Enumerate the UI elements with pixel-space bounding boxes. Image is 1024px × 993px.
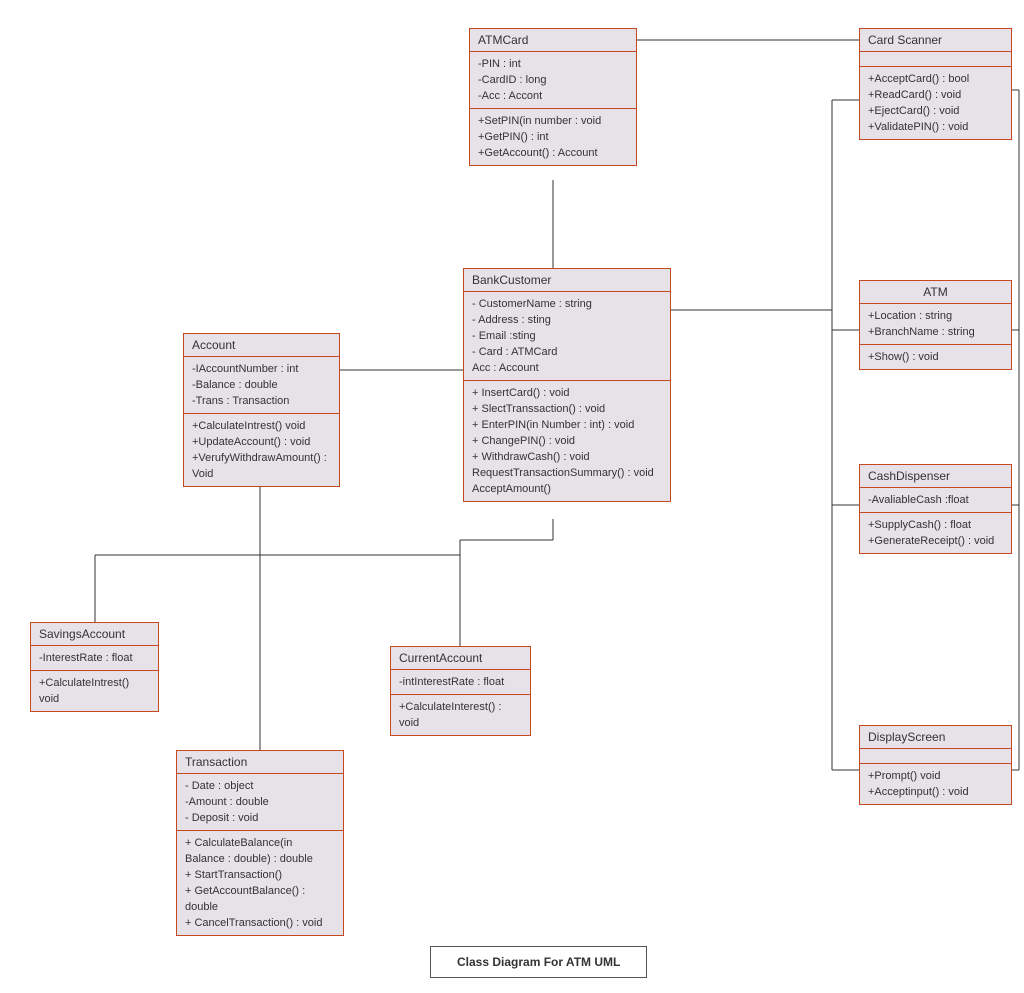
class-transaction[interactable]: Transaction - Date : object-Amount : dou… bbox=[176, 750, 344, 936]
class-member: + CancelTransaction() : void bbox=[185, 915, 335, 931]
class-ops: +CalculateIntrest() void bbox=[31, 671, 158, 711]
diagram-canvas: ATMCard -PIN : int-CardID : long-Acc : A… bbox=[0, 0, 1024, 993]
class-member: +Prompt() void bbox=[868, 768, 1003, 784]
class-attrs: -intInterestRate : float bbox=[391, 670, 530, 695]
class-bankcustomer[interactable]: BankCustomer - CustomerName : string- Ad… bbox=[463, 268, 671, 502]
class-member: -intInterestRate : float bbox=[399, 674, 522, 690]
class-attrs: +Location : string+BranchName : string bbox=[860, 304, 1011, 345]
class-title: DisplayScreen bbox=[860, 726, 1011, 749]
class-ops: +CalculateInterest() : void bbox=[391, 695, 530, 735]
class-member: +ReadCard() : void bbox=[868, 87, 1003, 103]
class-member: -Balance : double bbox=[192, 377, 331, 393]
class-member: - Card : ATMCard bbox=[472, 344, 662, 360]
class-member: +AcceptCard() : bool bbox=[868, 71, 1003, 87]
class-member: AcceptAmount() bbox=[472, 481, 662, 497]
class-ops: +SupplyCash() : float+GenerateReceipt() … bbox=[860, 513, 1011, 553]
class-member: - Address : sting bbox=[472, 312, 662, 328]
class-member: +ValidatePIN() : void bbox=[868, 119, 1003, 135]
class-member: RequestTransactionSummary() : void bbox=[472, 465, 662, 481]
class-member: +CalculateInterest() : void bbox=[399, 699, 522, 731]
class-member: +GetPIN() : int bbox=[478, 129, 628, 145]
class-ops: +Show() : void bbox=[860, 345, 1011, 369]
class-attrs: - CustomerName : string- Address : sting… bbox=[464, 292, 670, 381]
class-ops: + InsertCard() : void+ SlectTranssaction… bbox=[464, 381, 670, 501]
class-member: - Email :sting bbox=[472, 328, 662, 344]
class-title: SavingsAccount bbox=[31, 623, 158, 646]
class-atmcard[interactable]: ATMCard -PIN : int-CardID : long-Acc : A… bbox=[469, 28, 637, 166]
class-title: BankCustomer bbox=[464, 269, 670, 292]
class-title: ATM bbox=[860, 281, 1011, 304]
class-ops: +CalculateIntrest() void+UpdateAccount()… bbox=[184, 414, 339, 486]
class-currentaccount[interactable]: CurrentAccount -intInterestRate : float … bbox=[390, 646, 531, 736]
class-member: - Date : object bbox=[185, 778, 335, 794]
class-member: + SlectTranssaction() : void bbox=[472, 401, 662, 417]
class-member: + EnterPIN(in Number : int) : void bbox=[472, 417, 662, 433]
class-account[interactable]: Account -IAccountNumber : int-Balance : … bbox=[183, 333, 340, 487]
class-member: + StartTransaction() bbox=[185, 867, 335, 883]
class-member: +SetPIN(in number : void bbox=[478, 113, 628, 129]
class-attrs: -InterestRate : float bbox=[31, 646, 158, 671]
class-ops: + CalculateBalance(in Balance : double) … bbox=[177, 831, 343, 935]
class-member: +UpdateAccount() : void bbox=[192, 434, 331, 450]
class-member: + InsertCard() : void bbox=[472, 385, 662, 401]
class-member: + GetAccountBalance() : double bbox=[185, 883, 335, 915]
class-cashdispenser[interactable]: CashDispenser -AvaliableCash :float +Sup… bbox=[859, 464, 1012, 554]
class-member: -IAccountNumber : int bbox=[192, 361, 331, 377]
class-member: -Acc : Accont bbox=[478, 88, 628, 104]
class-atm[interactable]: ATM +Location : string+BranchName : stri… bbox=[859, 280, 1012, 370]
class-member: +CalculateIntrest() void bbox=[192, 418, 331, 434]
class-member: +Location : string bbox=[868, 308, 1003, 324]
class-ops: +SetPIN(in number : void+GetPIN() : int+… bbox=[470, 109, 636, 165]
class-member: -CardID : long bbox=[478, 72, 628, 88]
class-member: -InterestRate : float bbox=[39, 650, 150, 666]
class-member: + CalculateBalance(in Balance : double) … bbox=[185, 835, 335, 867]
class-member: +GetAccount() : Account bbox=[478, 145, 628, 161]
class-member: +Acceptinput() : void bbox=[868, 784, 1003, 800]
class-member: - CustomerName : string bbox=[472, 296, 662, 312]
class-member: + ChangePIN() : void bbox=[472, 433, 662, 449]
class-member: +CalculateIntrest() void bbox=[39, 675, 150, 707]
class-member: Acc : Account bbox=[472, 360, 662, 376]
class-member: +SupplyCash() : float bbox=[868, 517, 1003, 533]
class-attrs: -PIN : int-CardID : long-Acc : Accont bbox=[470, 52, 636, 109]
class-ops: +AcceptCard() : bool+ReadCard() : void+E… bbox=[860, 67, 1011, 139]
class-cardscanner[interactable]: Card Scanner +AcceptCard() : bool+ReadCa… bbox=[859, 28, 1012, 140]
class-title: Transaction bbox=[177, 751, 343, 774]
class-member: +GenerateReceipt() : void bbox=[868, 533, 1003, 549]
diagram-title: Class Diagram For ATM UML bbox=[430, 946, 647, 978]
class-member: +VerufyWithdrawAmount() : Void bbox=[192, 450, 331, 482]
class-member: + WithdrawCash() : void bbox=[472, 449, 662, 465]
class-attrs: - Date : object-Amount : double- Deposit… bbox=[177, 774, 343, 831]
class-member: +BranchName : string bbox=[868, 324, 1003, 340]
class-member: -Trans : Transaction bbox=[192, 393, 331, 409]
class-member: -PIN : int bbox=[478, 56, 628, 72]
class-attrs: -AvaliableCash :float bbox=[860, 488, 1011, 513]
class-attrs: -IAccountNumber : int-Balance : double-T… bbox=[184, 357, 339, 414]
class-title: CashDispenser bbox=[860, 465, 1011, 488]
class-member: -Amount : double bbox=[185, 794, 335, 810]
class-title: Card Scanner bbox=[860, 29, 1011, 52]
class-attrs bbox=[860, 52, 1011, 67]
class-member: +EjectCard() : void bbox=[868, 103, 1003, 119]
class-member: +Show() : void bbox=[868, 349, 1003, 365]
class-savingsaccount[interactable]: SavingsAccount -InterestRate : float +Ca… bbox=[30, 622, 159, 712]
class-member: - Deposit : void bbox=[185, 810, 335, 826]
class-title: CurrentAccount bbox=[391, 647, 530, 670]
class-title: ATMCard bbox=[470, 29, 636, 52]
class-displayscreen[interactable]: DisplayScreen +Prompt() void+Acceptinput… bbox=[859, 725, 1012, 805]
class-member: -AvaliableCash :float bbox=[868, 492, 1003, 508]
class-attrs bbox=[860, 749, 1011, 764]
class-title: Account bbox=[184, 334, 339, 357]
class-ops: +Prompt() void+Acceptinput() : void bbox=[860, 764, 1011, 804]
